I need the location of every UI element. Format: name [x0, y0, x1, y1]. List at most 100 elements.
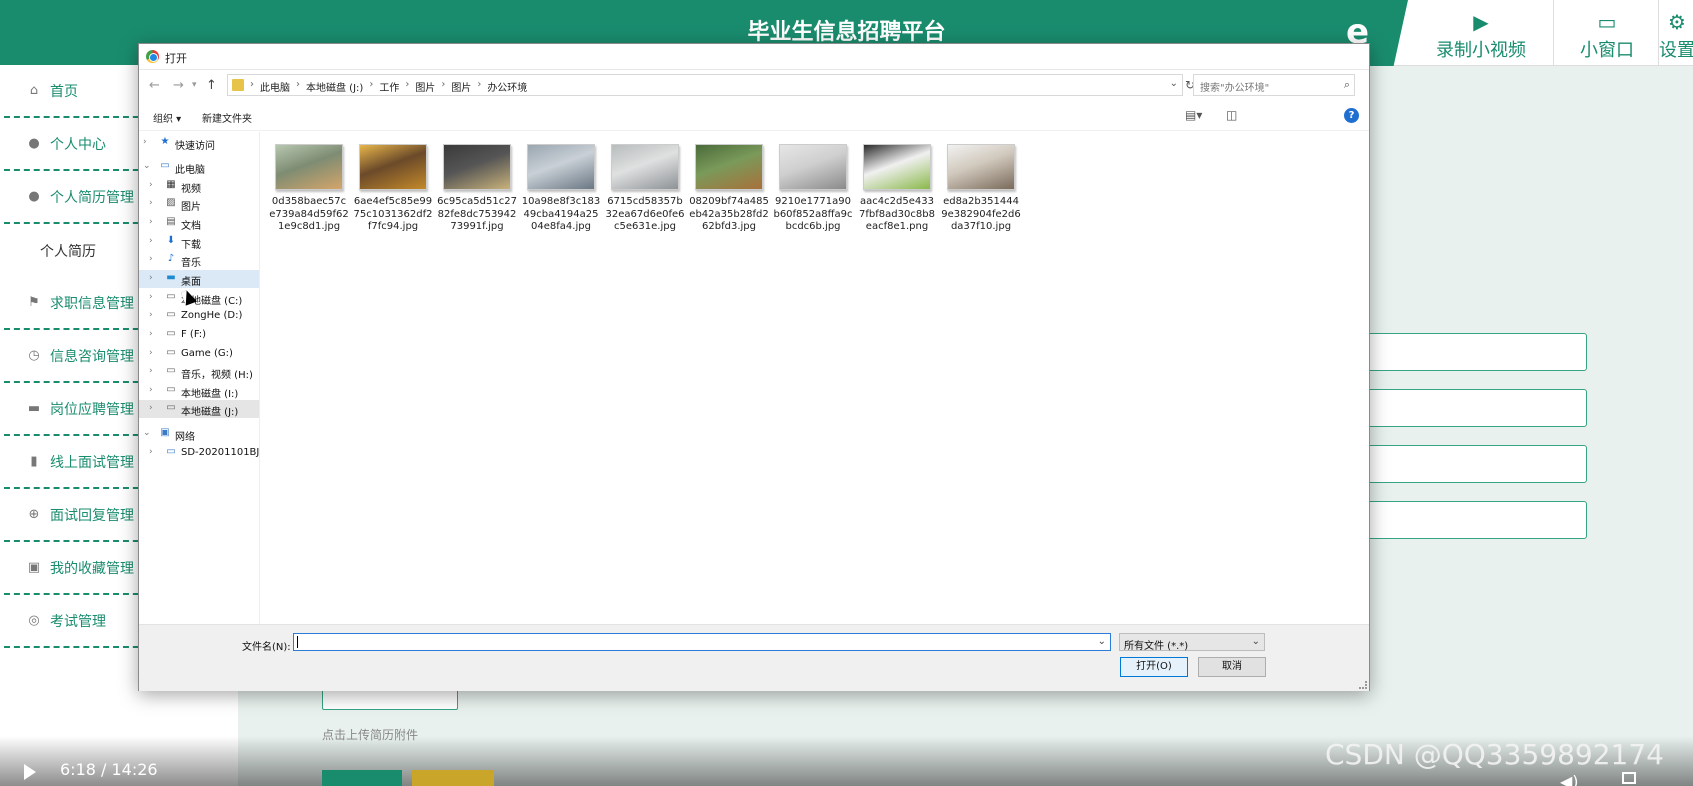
file-item[interactable]: 6c95ca5d51c2782fe8dc75394273991f.jpg: [437, 144, 517, 234]
address-bar[interactable]: › 此电脑 › 本地磁盘 (J:) › 工作 › 图片 › 图片 › 办公环境 ⌄: [227, 74, 1183, 96]
home-icon: ⌂: [29, 83, 39, 98]
tree-item[interactable]: › ▭ 音乐，视频 (H:): [139, 363, 259, 381]
crosshair-icon: ⊕: [28, 507, 40, 522]
resize-grip[interactable]: [1359, 681, 1367, 689]
chat-icon: ▬: [27, 401, 41, 416]
chevron-down-icon[interactable]: ⌄: [1098, 636, 1106, 647]
chevron-right-icon[interactable]: ›: [149, 329, 153, 339]
breadcrumb-item[interactable]: 图片: [409, 79, 441, 94]
tree-item[interactable]: ⌄ ▭ 此电脑: [139, 158, 259, 176]
chevron-down-icon[interactable]: ⌄: [143, 428, 151, 438]
tree-item[interactable]: › ▤ 文档: [139, 214, 259, 232]
tree-item[interactable]: › ⬇ 下载: [139, 233, 259, 251]
back-icon[interactable]: ←: [149, 78, 160, 93]
tree-item[interactable]: › ▬ 桌面: [139, 270, 259, 288]
fullscreen-icon[interactable]: [1622, 772, 1636, 784]
gift-icon: ▣: [27, 560, 41, 575]
organize-button[interactable]: 组织 ▾: [153, 110, 181, 125]
computer-icon: ▭: [166, 446, 176, 457]
tree-item[interactable]: › ▭ 本地磁盘 (C:): [139, 289, 259, 307]
settings-button[interactable]: ⚙ 设置: [1652, 0, 1693, 66]
file-item[interactable]: ed8a2b3514449e382904fe2d6da37f10.jpg: [941, 144, 1021, 234]
file-name: 9210e1771a90b60f852a8ffa9cbcdc6b.jpg: [773, 196, 853, 232]
chevron-right-icon[interactable]: ›: [143, 137, 147, 147]
filename-input[interactable]: ⌄: [293, 633, 1111, 651]
chevron-right-icon[interactable]: ›: [149, 348, 153, 358]
chevron-right-icon[interactable]: ›: [149, 447, 153, 457]
drive-icon: ▭: [166, 347, 176, 358]
tree-item[interactable]: › ▭ SD-20201101BJRU: [139, 444, 259, 462]
tree-item[interactable]: › ▦ 视频: [139, 177, 259, 195]
dialog-toolbar: 组织 ▾ 新建文件夹 ▤▾ ◫ ?: [139, 101, 1369, 131]
tree-item[interactable]: › ★ 快速访问: [139, 134, 259, 152]
chevron-right-icon[interactable]: ›: [149, 217, 153, 227]
chevron-right-icon[interactable]: ›: [149, 403, 153, 413]
view-options-icon[interactable]: ▤▾: [1185, 108, 1202, 122]
chevron-right-icon[interactable]: ›: [149, 310, 153, 320]
sidebar-item-label: 个人简历管理: [50, 189, 134, 206]
breadcrumb-item[interactable]: 工作: [373, 79, 405, 94]
tree-item[interactable]: ⌄ ▣ 网络: [139, 425, 259, 443]
file-item[interactable]: 08209bf74a485eb42a35b28fd262bfd3.jpg: [689, 144, 769, 234]
file-item[interactable]: 6715cd58357b32ea67d6e0fe6c5e631e.jpg: [605, 144, 685, 234]
tree-item[interactable]: › ▭ Game (G:): [139, 345, 259, 363]
chevron-right-icon[interactable]: ›: [149, 236, 153, 246]
cancel-button[interactable]: 取消: [1198, 657, 1266, 677]
tree-item[interactable]: › ▭ F (F:): [139, 326, 259, 344]
network-icon: ▣: [160, 427, 170, 438]
picture-icon: ▨: [166, 197, 176, 208]
file-type-select[interactable]: 所有文件 (*.*) ⌄: [1119, 633, 1265, 652]
file-item[interactable]: aac4c2d5e4337fbf8ad30c8b8eacf8e1.png: [857, 144, 937, 234]
recent-dropdown-icon[interactable]: ▾: [192, 80, 197, 90]
chevron-right-icon[interactable]: ›: [149, 292, 153, 302]
file-item[interactable]: 10a98e8f3c18349cba4194a2504e8fa4.jpg: [521, 144, 601, 234]
forward-icon[interactable]: →: [173, 78, 184, 93]
tree-item-label: Game (G:): [181, 348, 233, 359]
video-camera-icon: ▶: [1473, 10, 1489, 34]
file-item[interactable]: 0d358baec57ce739a84d59f621e9c8d1.jpg: [269, 144, 349, 234]
record-video-button[interactable]: ▶ 录制小视频: [1416, 0, 1546, 66]
chevron-down-icon[interactable]: ⌄: [143, 161, 151, 171]
search-input[interactable]: 搜索"办公环境" ⌕: [1193, 74, 1355, 96]
chevron-right-icon[interactable]: ›: [149, 198, 153, 208]
up-icon[interactable]: ↑: [206, 78, 217, 93]
chevron-down-icon[interactable]: ⌄: [1170, 78, 1178, 89]
submit-button[interactable]: [322, 770, 402, 786]
open-button[interactable]: 打开(O): [1120, 657, 1188, 677]
volume-icon[interactable]: ◀): [1560, 772, 1579, 786]
tree-item-label: ZongHe (D:): [181, 310, 243, 321]
tree-item-label: 此电脑: [175, 165, 205, 176]
chevron-right-icon[interactable]: ›: [149, 385, 153, 395]
chevron-right-icon[interactable]: ›: [149, 254, 153, 264]
sidebar-item-label: 个人中心: [50, 136, 106, 153]
breadcrumb-item[interactable]: 本地磁盘 (J:): [300, 79, 369, 94]
image-thumbnail: [779, 144, 847, 190]
breadcrumb-item[interactable]: 图片: [445, 79, 477, 94]
dialog-title: 打开: [165, 52, 187, 65]
sidebar-item-label: 个人简历: [40, 243, 96, 260]
user-icon: ●: [28, 189, 40, 204]
tree-item[interactable]: › ▨ 图片: [139, 195, 259, 213]
breadcrumb-item[interactable]: 办公环境: [481, 79, 533, 94]
chevron-right-icon[interactable]: ›: [149, 273, 153, 283]
new-folder-button[interactable]: 新建文件夹: [202, 110, 252, 125]
help-icon[interactable]: ?: [1344, 108, 1359, 123]
tree-item-label: 桌面: [181, 277, 201, 288]
tree-item[interactable]: › ▭ 本地磁盘 (J:): [139, 400, 259, 418]
mini-window-button[interactable]: ▭ 小窗口: [1562, 0, 1652, 66]
reset-button[interactable]: [412, 770, 494, 786]
tree-item[interactable]: › ▭ ZongHe (D:): [139, 307, 259, 325]
tree-item[interactable]: › ▭ 本地磁盘 (I:): [139, 382, 259, 400]
tree-item[interactable]: › ♪ 音乐: [139, 251, 259, 269]
file-name: ed8a2b3514449e382904fe2d6da37f10.jpg: [941, 196, 1021, 232]
chevron-right-icon[interactable]: ›: [149, 180, 153, 190]
file-item[interactable]: 9210e1771a90b60f852a8ffa9cbcdc6b.jpg: [773, 144, 853, 234]
play-icon[interactable]: [24, 764, 36, 780]
gear-icon: ⚙: [1668, 10, 1686, 34]
breadcrumb-item[interactable]: 此电脑: [254, 79, 296, 94]
file-item[interactable]: 6ae4ef5c85e9975c1031362df2f7fc94.jpg: [353, 144, 433, 234]
chevron-right-icon[interactable]: ›: [149, 366, 153, 376]
file-name: 10a98e8f3c18349cba4194a2504e8fa4.jpg: [521, 196, 601, 232]
download-icon: ⬇: [166, 235, 176, 246]
preview-pane-icon[interactable]: ◫: [1226, 108, 1237, 122]
